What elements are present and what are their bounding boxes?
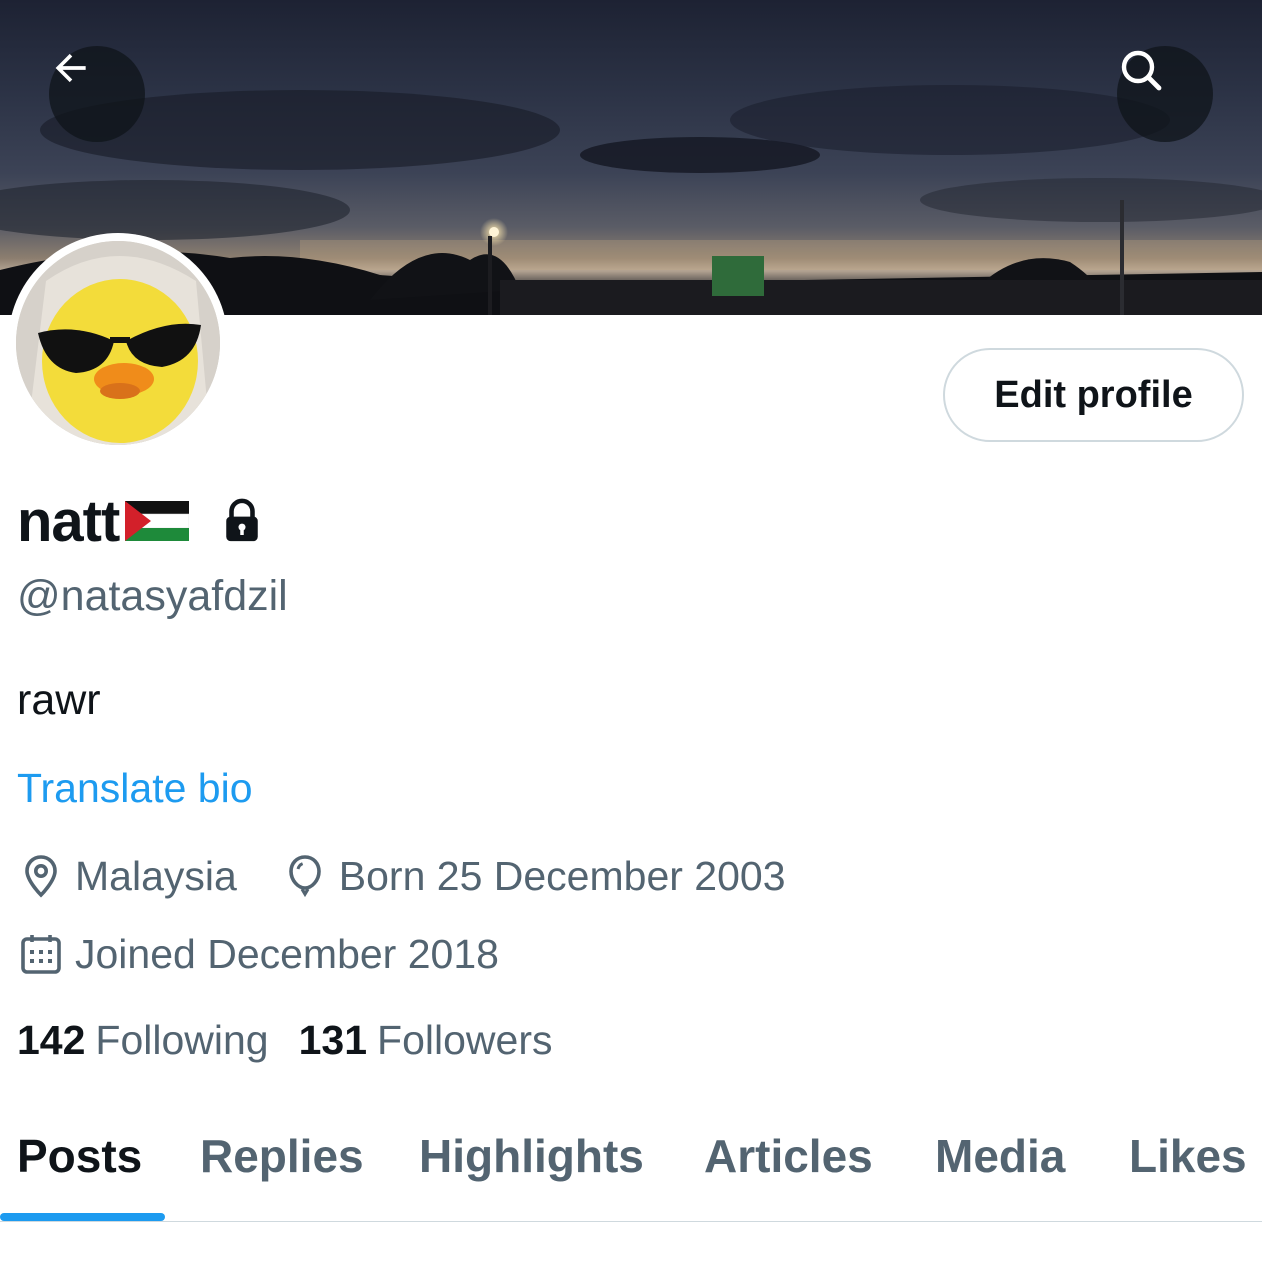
location-text: Malaysia [75,852,237,899]
profile-meta-row: Malaysia Born 25 December 2003 [17,852,786,900]
location-pin-icon [25,855,57,898]
edit-profile-button[interactable]: Edit profile [943,348,1244,442]
calendar-icon [21,935,61,974]
arrow-left-icon [55,53,86,83]
search-icon [1121,50,1162,91]
tab-highlights[interactable]: Highlights [419,1129,644,1183]
back-button[interactable] [49,46,145,142]
lock-icon [226,498,259,542]
avatar-duck-image [16,241,220,445]
palestine-flag-icon [125,501,190,541]
following-label: Following [95,1017,269,1063]
balloon-icon [288,855,321,898]
birthday-item: Born 25 December 2003 [281,852,786,900]
tab-likes[interactable]: Likes [1129,1129,1247,1183]
profile-handle: @natasyafdzil [17,572,288,620]
birthday-text: Born 25 December 2003 [338,852,786,899]
location-item: Malaysia [17,852,237,900]
active-tab-indicator [0,1213,165,1221]
joined-item: Joined December 2018 [17,930,499,978]
tab-replies[interactable]: Replies [200,1129,364,1183]
followers-label: Followers [377,1017,553,1063]
following-link[interactable]: 142 Following [17,1017,269,1064]
followers-count: 131 [298,1017,368,1063]
followers-link[interactable]: 131 Followers [299,1017,553,1064]
following-count: 142 [17,1017,86,1063]
avatar[interactable] [16,241,220,445]
profile-tabs: Posts Replies Highlights Articles Media … [0,1115,1262,1222]
translate-bio-link[interactable]: Translate bio [17,765,253,812]
display-name: natt [17,488,120,554]
tabs-divider [0,1221,1262,1222]
tab-posts[interactable]: Posts [17,1129,142,1183]
profile-bio: rawr [17,676,101,724]
tab-media[interactable]: Media [935,1129,1065,1183]
follow-stats: 142 Following 131 Followers [17,1017,552,1064]
joined-text: Joined December 2018 [75,930,499,977]
joined-row: Joined December 2018 [17,930,499,978]
search-button[interactable] [1117,46,1213,142]
profile-name-row: natt [17,488,263,554]
tab-articles[interactable]: Articles [704,1129,873,1183]
